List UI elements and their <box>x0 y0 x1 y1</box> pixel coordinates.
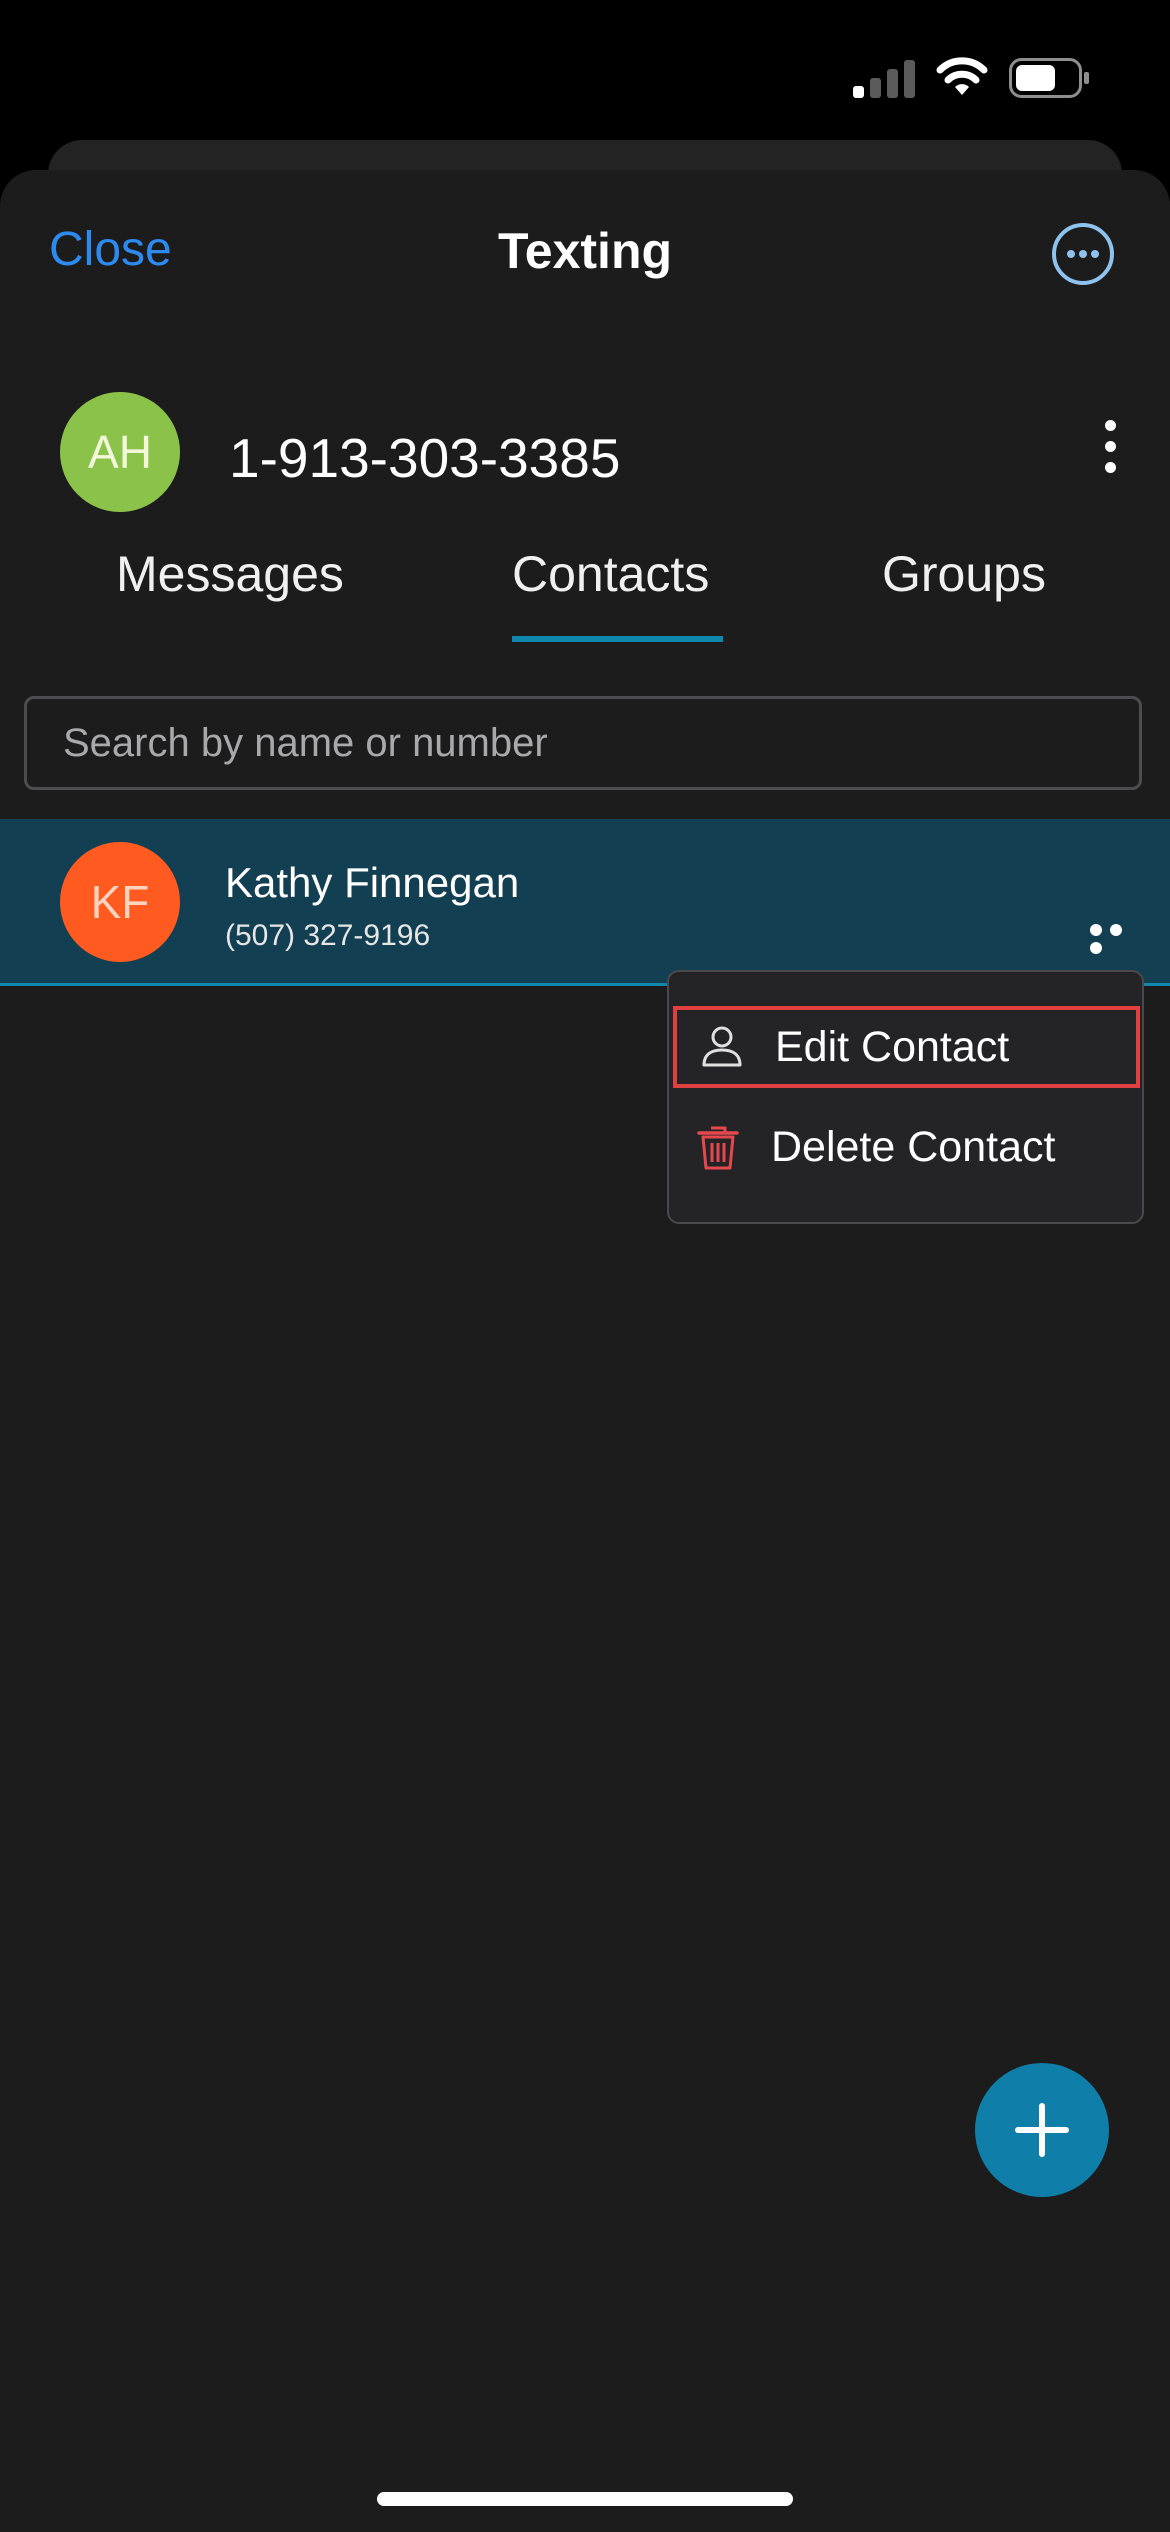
contact-context-menu: Edit Contact Delete Contact <box>667 970 1144 1224</box>
account-phone-number: 1-913-303-3385 <box>229 427 621 489</box>
delete-contact-menu-item[interactable]: Delete Contact <box>673 1106 1140 1188</box>
status-bar <box>0 0 1170 150</box>
selected-tab-indicator <box>512 636 723 642</box>
tab-groups[interactable]: Groups <box>882 545 1046 603</box>
delete-contact-label: Delete Contact <box>771 1122 1056 1171</box>
search-input[interactable] <box>24 696 1142 790</box>
account-header: AH 1-913-303-3385 <box>0 392 1170 516</box>
tab-bar: Messages Contacts Groups <box>0 545 1170 637</box>
ellipsis-circle-icon[interactable] <box>1051 222 1115 286</box>
cellular-signal-icon <box>853 58 915 98</box>
tab-contacts[interactable]: Contacts <box>512 545 709 603</box>
wifi-icon <box>936 57 988 95</box>
battery-icon <box>1009 58 1089 98</box>
person-icon <box>702 1026 742 1067</box>
home-indicator <box>377 2492 793 2506</box>
plus-icon <box>1015 2103 1069 2157</box>
edit-contact-menu-item[interactable]: Edit Contact <box>673 1006 1140 1088</box>
contact-name: Kathy Finnegan <box>225 859 520 906</box>
contact-row[interactable]: KF Kathy Finnegan (507) 327-9196 <box>0 819 1170 986</box>
page-title: Texting <box>497 223 673 279</box>
edit-contact-label: Edit Contact <box>775 1022 1010 1071</box>
more-horizontal-icon[interactable] <box>1090 923 1146 954</box>
add-button[interactable] <box>975 2063 1109 2197</box>
tab-messages[interactable]: Messages <box>116 545 344 603</box>
account-avatar: AH <box>60 392 180 512</box>
contact-avatar: KF <box>60 842 180 962</box>
vertical-ellipsis-icon[interactable] <box>1100 420 1120 484</box>
trash-icon <box>697 1126 739 1170</box>
contact-phone: (507) 327-9196 <box>225 919 431 952</box>
